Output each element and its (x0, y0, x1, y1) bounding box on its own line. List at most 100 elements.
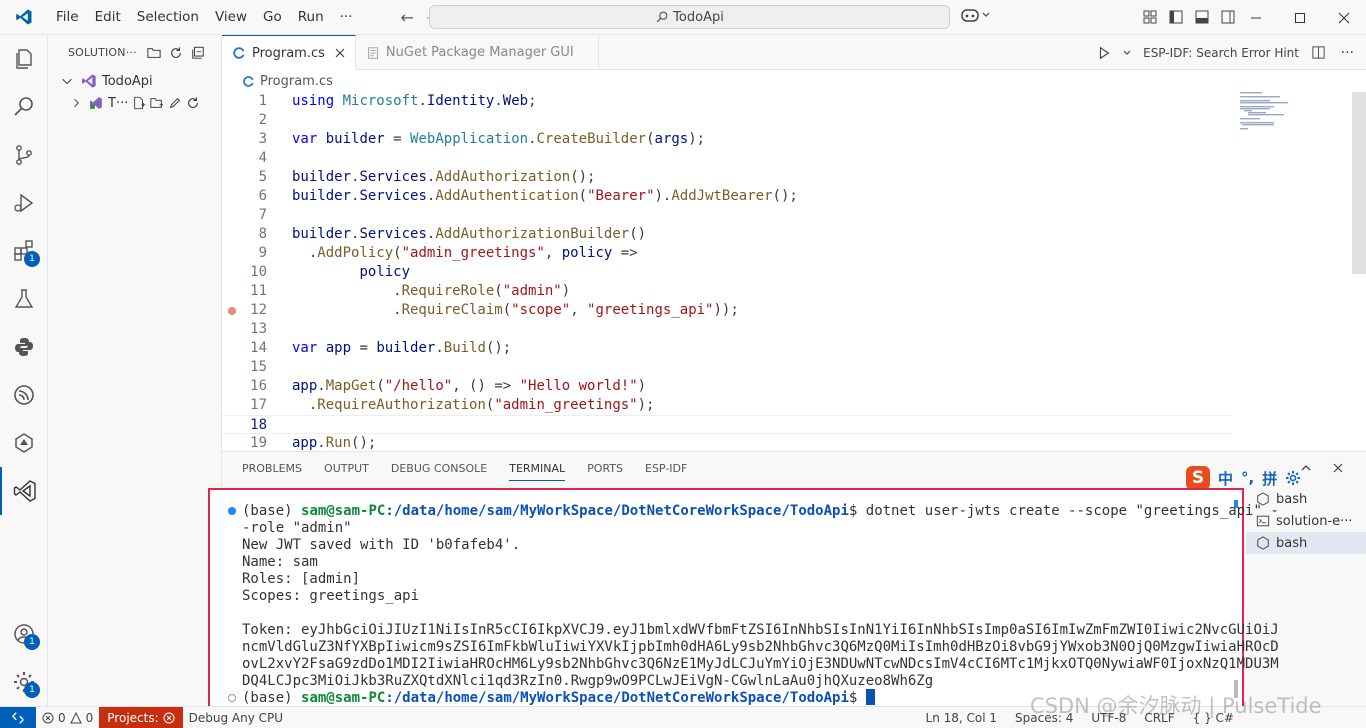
back-arrow-icon[interactable]: ← (401, 8, 414, 27)
tab-esp-idf[interactable]: ESP-IDF (645, 462, 687, 481)
source-control-icon[interactable] (0, 131, 48, 179)
espressif-icon[interactable] (0, 371, 48, 419)
terminal-output[interactable]: (base) sam@sam-PC:/data/home/sam/MyWorkS… (208, 488, 1279, 708)
code-line[interactable]: 11 .RequireRole("admin") (222, 282, 1232, 301)
tree-item-solution[interactable]: TodoApi (48, 70, 221, 92)
ime-punctuation[interactable]: °, (1241, 469, 1254, 487)
extensions-icon[interactable]: 1 (0, 227, 48, 275)
command-center[interactable]: TodoApi (429, 5, 950, 29)
code-line[interactable]: 6 builder.Services.AddAuthentication("Bea… (222, 187, 1232, 206)
breadcrumb-file[interactable]: Program.cs (260, 74, 333, 89)
code-line[interactable]: 17 .RequireAuthorization("admin_greeting… (222, 396, 1232, 415)
menu-more[interactable]: ··· (332, 0, 361, 35)
close-tab-icon[interactable] (335, 48, 345, 58)
copilot-menu[interactable] (960, 7, 990, 23)
toggle-sidebar-icon[interactable] (1168, 9, 1184, 25)
run-file-icon[interactable] (1097, 46, 1111, 60)
indentation[interactable]: Spaces: 4 (1009, 711, 1079, 725)
terminal-instance-bash[interactable]: bash (1246, 488, 1366, 510)
tab-output[interactable]: OUTPUT (324, 462, 369, 481)
editor-scrollbar[interactable] (1352, 92, 1366, 274)
tab-terminal[interactable]: TERMINAL (509, 462, 566, 481)
code-line[interactable]: 8 builder.Services.AddAuthorizationBuilde… (222, 225, 1232, 244)
debug-configuration[interactable]: Debug Any CPU (183, 711, 289, 725)
code-line[interactable]: 10 policy (222, 263, 1232, 282)
search-activity-icon[interactable] (0, 83, 48, 131)
solution-explorer-icon[interactable] (0, 467, 48, 515)
code-editor[interactable]: 1 using Microsoft.Identity.Web; 2 3 var buil… (222, 92, 1366, 451)
remote-indicator-icon[interactable] (0, 706, 36, 728)
menu-run[interactable]: Run (290, 0, 332, 35)
code-line[interactable]: 15 (222, 358, 1232, 377)
code-line[interactable]: 19 app.Run(); (222, 434, 1232, 451)
language-mode[interactable]: { } C# (1187, 711, 1240, 725)
chevron-down-icon[interactable] (1123, 49, 1131, 57)
maximize-panel-icon[interactable] (1300, 462, 1312, 474)
menu-file[interactable]: File (48, 0, 87, 35)
code-line[interactable]: 5 builder.Services.AddAuthorization(); (222, 168, 1232, 187)
ime-toolbar[interactable]: S 中 °, 拼 (1186, 466, 1301, 490)
code-line[interactable]: 16 app.MapGet("/hello", () => "Hello worl… (222, 377, 1232, 396)
rename-pencil-icon[interactable] (168, 96, 182, 110)
code-line[interactable]: 7 (222, 206, 1232, 225)
esp-idf-error-hint-button[interactable]: ESP-IDF: Search Error Hint (1143, 46, 1299, 60)
new-file-icon[interactable] (132, 96, 146, 110)
code-line[interactable]: 12 .RequireClaim("scope", "greetings_api… (222, 301, 1232, 320)
manage-gear-icon[interactable]: 1 (0, 658, 48, 706)
code-line[interactable]: 18 (222, 415, 1232, 434)
terminal-tabs-list: bash solution-e··· bash (1246, 488, 1366, 568)
code-line[interactable]: 14 var app = builder.Build(); (222, 339, 1232, 358)
menu-selection[interactable]: Selection (129, 0, 207, 35)
projects-status[interactable]: Projects: (99, 706, 183, 728)
menu-edit[interactable]: Edit (87, 0, 129, 35)
terminal-instance-bash-active[interactable]: bash (1246, 532, 1366, 554)
error-icon (163, 712, 175, 723)
end-of-line[interactable]: CRLF (1138, 711, 1180, 725)
tab-ports[interactable]: PORTS (587, 462, 623, 481)
python-icon[interactable] (0, 323, 48, 371)
more-actions-icon[interactable]: ··· (1341, 45, 1354, 61)
refresh-icon[interactable] (186, 96, 200, 110)
command-success-decoration-icon[interactable] (228, 507, 236, 515)
close-window-button[interactable] (1322, 0, 1366, 35)
extensions-badge: 1 (24, 251, 40, 267)
menu-go[interactable]: Go (255, 0, 290, 35)
tab-debug-console[interactable]: DEBUG CONSOLE (391, 462, 487, 481)
accounts-icon[interactable]: 1 (0, 610, 48, 658)
minimap[interactable] (1240, 92, 1352, 142)
ime-chinese-mode[interactable]: 中 (1218, 468, 1233, 489)
run-debug-icon[interactable] (0, 179, 48, 227)
maximize-button[interactable] (1278, 0, 1322, 35)
terminal-scrollbar[interactable] (1234, 500, 1238, 700)
code-line[interactable]: 9 .AddPolicy("admin_greetings", policy =… (222, 244, 1232, 263)
new-folder-icon[interactable] (150, 96, 164, 110)
code-line[interactable]: 2 (222, 111, 1232, 130)
tree-item-project[interactable]: T··· (48, 92, 221, 114)
customize-layout-icon[interactable] (1142, 9, 1158, 25)
toggle-panel-icon[interactable] (1194, 9, 1210, 25)
terminal-instance-solution[interactable]: solution-e··· (1246, 510, 1366, 532)
minimize-button[interactable] (1234, 0, 1278, 35)
tab-problems[interactable]: PROBLEMS (242, 462, 302, 481)
menu-view[interactable]: View (207, 0, 255, 35)
problems-status[interactable]: 0 0 (36, 711, 99, 725)
split-editor-icon[interactable] (1311, 45, 1326, 60)
collapse-all-icon[interactable] (191, 46, 205, 60)
ime-pinyin[interactable]: 拼 (1262, 468, 1277, 489)
code-line[interactable]: 3 var builder = WebApplication.CreateBuil… (222, 130, 1232, 149)
code-line[interactable]: 13 (222, 320, 1232, 339)
wokwi-icon[interactable] (0, 419, 48, 467)
tab-nuget-manager[interactable]: NuGet Package Manager GUI (356, 35, 599, 70)
cursor-position[interactable]: Ln 18, Col 1 (920, 711, 1004, 725)
close-panel-icon[interactable] (1332, 462, 1344, 474)
explorer-icon[interactable] (0, 35, 48, 83)
code-line[interactable]: 1 using Microsoft.Identity.Web; (222, 92, 1232, 111)
command-pending-decoration-icon[interactable] (228, 694, 236, 702)
refresh-icon[interactable] (169, 46, 183, 60)
encoding[interactable]: UTF-8 (1085, 711, 1132, 725)
open-folder-icon[interactable] (147, 46, 161, 60)
tab-program-cs[interactable]: Program.cs (222, 35, 356, 70)
testing-icon[interactable] (0, 275, 48, 323)
ime-settings-gear-icon[interactable] (1285, 470, 1301, 486)
code-line[interactable]: 4 (222, 149, 1232, 168)
